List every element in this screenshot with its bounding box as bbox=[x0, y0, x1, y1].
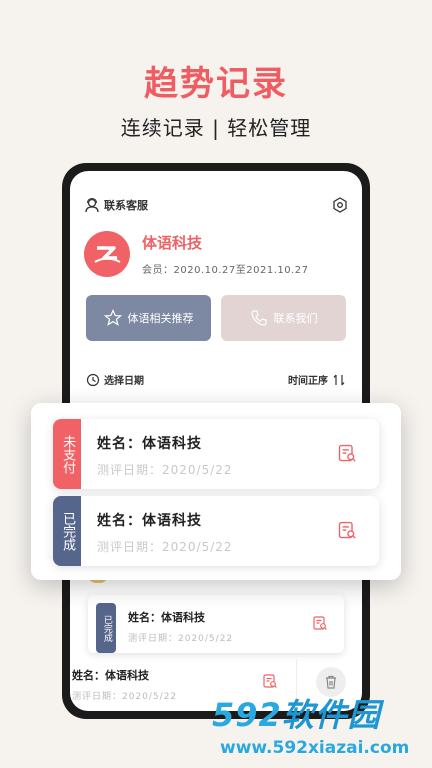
list-item[interactable]: 已完成 姓名：体语科技 测评日期：2020/5/22 bbox=[53, 496, 379, 566]
record-date: 测评日期：2020/5/22 bbox=[72, 692, 178, 702]
watermark-url: www.592xiazai.com bbox=[220, 738, 410, 758]
status-badge-unpaid: 未支付 bbox=[53, 419, 81, 489]
action-buttons: 体语相关推荐 联系我们 bbox=[86, 295, 346, 341]
record-date: 测评日期：2020/5/22 bbox=[97, 463, 233, 477]
status-text: 已完成 bbox=[60, 511, 76, 551]
recommend-button[interactable]: 体语相关推荐 bbox=[86, 295, 211, 341]
date-picker[interactable]: 选择日期 bbox=[86, 372, 144, 387]
status-badge-completed: 已完成 bbox=[53, 496, 81, 566]
report-icon[interactable] bbox=[337, 443, 357, 463]
sort-toggle[interactable]: 时间正序 bbox=[288, 372, 346, 387]
record-name: 姓名：体语科技 bbox=[128, 611, 205, 624]
report-icon[interactable] bbox=[312, 615, 328, 631]
report-icon[interactable] bbox=[262, 673, 278, 689]
date-picker-label: 选择日期 bbox=[104, 376, 144, 387]
phone-icon bbox=[250, 310, 267, 326]
watermark-logo: 592软件园 bbox=[212, 690, 381, 736]
brand-logo bbox=[84, 231, 130, 277]
customer-service-link[interactable]: 联系客服 bbox=[84, 197, 148, 213]
status-badge: 已完成 bbox=[96, 603, 116, 653]
contact-label: 联系我们 bbox=[273, 312, 318, 325]
watermark-number: 592 bbox=[212, 696, 282, 734]
contact-button[interactable]: 联系我们 bbox=[221, 295, 346, 341]
hero-title: 趋势记录 bbox=[144, 64, 288, 104]
clock-icon bbox=[86, 373, 100, 386]
status-text: 已完成 bbox=[101, 614, 112, 642]
hero-subtitle: 连续记录 | 轻松管理 bbox=[120, 116, 312, 140]
list-item[interactable]: 未支付 姓名：体语科技 测评日期：2020/5/22 bbox=[53, 419, 379, 489]
record-date: 测评日期：2020/5/22 bbox=[97, 540, 233, 554]
filter-bar: 选择日期 时间正序 bbox=[86, 372, 346, 387]
top-bar: 联系客服 bbox=[84, 195, 348, 215]
recommend-label: 体语相关推荐 bbox=[127, 312, 194, 325]
sort-label: 时间正序 bbox=[288, 376, 328, 387]
gear-icon[interactable] bbox=[332, 197, 348, 213]
sort-icon bbox=[333, 374, 345, 385]
list-item[interactable]: 已完成 姓名：体语科技 测评日期：2020/5/22 bbox=[88, 595, 344, 653]
record-name: 姓名：体语科技 bbox=[72, 669, 149, 682]
status-text: 未支付 bbox=[60, 434, 76, 474]
highlight-popup: 未支付 姓名：体语科技 测评日期：2020/5/22 已完成 姓名：体语科技 测… bbox=[31, 403, 401, 580]
profile-name: 体语科技 bbox=[142, 234, 203, 252]
watermark-text: 软件园 bbox=[281, 696, 381, 734]
record-name: 姓名：体语科技 bbox=[97, 436, 202, 452]
trash-icon bbox=[326, 675, 336, 689]
star-icon bbox=[103, 309, 122, 326]
user-service-icon bbox=[85, 197, 99, 213]
customer-service-label: 联系客服 bbox=[104, 199, 148, 212]
record-date: 测评日期：2020/5/22 bbox=[128, 634, 234, 644]
record-name: 姓名：体语科技 bbox=[97, 513, 202, 529]
report-icon[interactable] bbox=[337, 520, 357, 540]
profile-section: 体语科技 会员：2020.10.27至2021.10.27 bbox=[84, 231, 309, 277]
membership-period: 会员：2020.10.27至2021.10.27 bbox=[142, 265, 309, 276]
